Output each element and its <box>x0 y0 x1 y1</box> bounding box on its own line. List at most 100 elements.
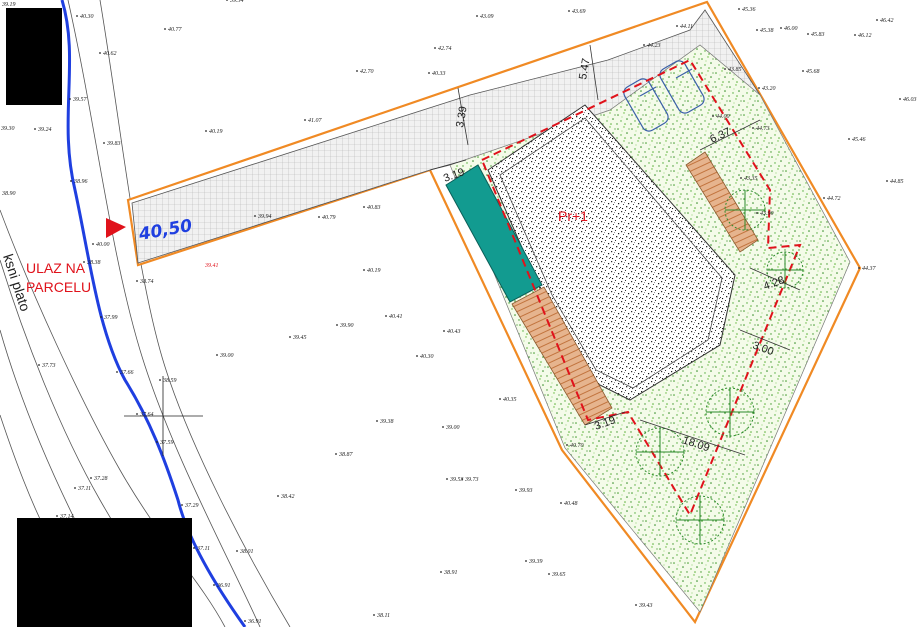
redacted-area-bottom <box>17 518 192 627</box>
elevation-dot <box>304 119 306 121</box>
elevation-label: 44.72 <box>827 195 841 202</box>
elevation-dot <box>440 571 442 573</box>
elevation-dot <box>56 515 58 517</box>
elevation-label: 43.69 <box>572 8 586 15</box>
elevation-label: 40.62 <box>103 50 117 57</box>
elevation-dot <box>712 115 714 117</box>
elevation-label: 40.77 <box>168 26 183 33</box>
elevation-dot <box>548 573 550 575</box>
elevation-label: 45.36 <box>742 6 756 13</box>
elevation-label: 40.41 <box>389 313 403 320</box>
elevation-label: 39.90 <box>339 323 354 329</box>
elevation-label: 46.42 <box>880 17 894 24</box>
elevation-dot <box>318 216 320 218</box>
elevation-dot <box>216 354 218 356</box>
elevation-label: 44.37 <box>862 265 877 272</box>
elevation-label: 44.23 <box>647 42 661 49</box>
elevation-label: 40.19 <box>367 267 381 274</box>
elevation-dot <box>854 34 856 36</box>
elevation-dot <box>335 453 337 455</box>
elevation-dot <box>756 212 758 214</box>
elevation-dot <box>428 72 430 74</box>
elevation-label: 42.70 <box>360 68 374 75</box>
elevation-dot <box>356 70 358 72</box>
entrance-marker-icon <box>106 218 126 238</box>
elevation-label: 40.35 <box>503 396 517 403</box>
elevation-label: 40.70 <box>570 442 584 449</box>
elevation-dot <box>254 215 256 217</box>
elevation-label: 44.85 <box>890 178 904 185</box>
elevation-label: 39.54 <box>229 0 244 4</box>
elevation-label: 39.24 <box>37 126 52 133</box>
elevation-dot <box>90 477 92 479</box>
elevation-dot <box>443 330 445 332</box>
elevation-dot <box>802 70 804 72</box>
elevation-label: 38.96 <box>73 179 88 185</box>
elevation-label: 39.73 <box>464 477 479 483</box>
elevation-dot <box>385 315 387 317</box>
elevation-dot <box>446 478 448 480</box>
elevation-label: 43.90 <box>760 210 774 217</box>
elevation-dot <box>560 502 562 504</box>
elevation-dot <box>159 379 161 381</box>
elevation-dot <box>193 547 195 549</box>
elevation-label: 38.11 <box>376 613 390 619</box>
elevation-dot <box>70 180 72 182</box>
elevation-dot <box>899 98 901 100</box>
elevation-dot <box>226 0 228 1</box>
elevation-label: 38.91 <box>443 570 458 576</box>
elevation-label: 39.00 <box>445 425 460 431</box>
elevation-dot <box>376 420 378 422</box>
elevation-label: 39.93 <box>518 488 533 494</box>
elevation-dot <box>724 68 726 70</box>
elevation-label: 39.39 <box>528 559 543 565</box>
elevation-label: 39.38 <box>379 419 394 425</box>
elevation-label: 38.87 <box>338 452 354 458</box>
elevation-dot <box>515 489 517 491</box>
elevation-label: 40.30 <box>420 353 434 360</box>
elevation-label: 39.94 <box>257 213 272 220</box>
elevation-dot <box>525 560 527 562</box>
elevation-label: 40.43 <box>447 328 461 335</box>
elevation-dot <box>336 324 338 326</box>
elevation-dot <box>738 8 740 10</box>
elevation-dot <box>373 614 375 616</box>
elevation-label: 43.09 <box>480 13 494 20</box>
elevation-dot <box>136 280 138 282</box>
elevation-label: 44.00 <box>716 113 730 120</box>
elevation-dot <box>100 316 102 318</box>
elevation-dot <box>758 87 760 89</box>
elevation-label: 44.73 <box>756 125 770 132</box>
elevation-dot <box>76 15 78 17</box>
elevation-dot <box>69 98 71 100</box>
elevation-dot <box>676 25 678 27</box>
elevation-label: 39.30 <box>0 126 15 132</box>
elevation-label: 37.11 <box>196 546 210 552</box>
elevation-dot <box>756 29 758 31</box>
elevation-label: 39.83 <box>106 141 121 147</box>
elevation-dot <box>74 487 76 489</box>
elevation-dot <box>858 267 860 269</box>
elevation-label: 40.48 <box>564 500 578 507</box>
elevation-label: 39.65 <box>551 572 566 578</box>
elevation-dot <box>499 398 501 400</box>
elevation-dot <box>289 336 291 338</box>
elevation-dot <box>34 128 36 130</box>
elevation-dot <box>780 27 782 29</box>
elevation-dot <box>363 206 365 208</box>
elevation-dot <box>99 52 101 54</box>
elevation-label: 37.29 <box>184 503 199 509</box>
elevation-dot <box>461 478 463 480</box>
elevation-dot <box>181 504 183 506</box>
elevation-dot <box>213 584 215 586</box>
entrance-label-line-1: ULAZ NA <box>26 260 86 276</box>
elevation-dot <box>236 550 238 552</box>
elevation-label: 41.07 <box>308 117 323 124</box>
elevation-dot <box>886 180 888 182</box>
elevation-label: 40.79 <box>322 214 336 221</box>
elevation-label: 39.57 <box>72 97 88 103</box>
elevation-label: 45.68 <box>806 68 820 75</box>
elevation-label: 38.01 <box>239 549 254 555</box>
elevation-label: 45.38 <box>760 27 774 34</box>
elevation-label: 40.19 <box>209 128 223 135</box>
